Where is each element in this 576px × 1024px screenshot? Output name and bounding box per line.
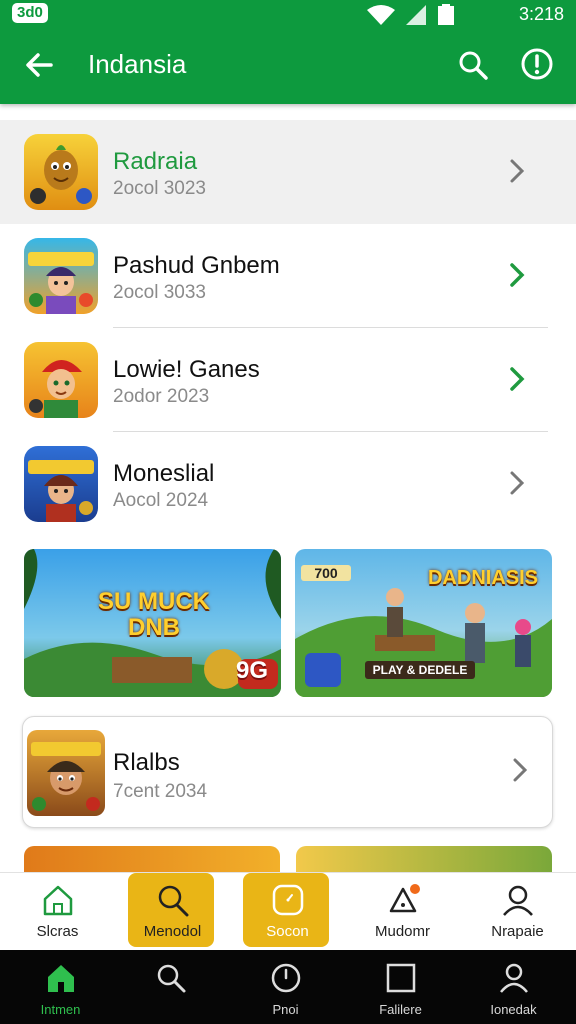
sys-nav-label: Intmen: [40, 1002, 81, 1017]
list-item[interactable]: Moneslial Aocol 2024: [0, 432, 576, 536]
status-bar: 3d0 3:218: [0, 0, 576, 28]
game-thumbnail: [27, 730, 105, 816]
back-arrow-icon: [26, 53, 53, 77]
game-list: Radraia 2ocol 3023 Pashud Gnbem 2ocol 30…: [0, 120, 576, 536]
card-subtitle: 7cent 2034: [113, 781, 208, 802]
item-subtitle: 2ocol 3023: [113, 178, 206, 199]
banner-title: SU MUCK DNB: [98, 588, 210, 641]
chevron-right-icon: [510, 263, 525, 287]
banner-corner-label: 700: [301, 565, 351, 581]
banner-subtitle: PLAY & DEDELE: [365, 661, 475, 679]
sys-nav-label: Ionedak: [490, 1002, 537, 1017]
card-title: Rlalbs: [113, 749, 180, 776]
sys-nav-pnoi[interactable]: Pnoi: [228, 950, 343, 1024]
game-thumbnail: [24, 446, 98, 522]
nav-label: Menodol: [143, 923, 202, 940]
nav-item-mudomr[interactable]: Mudomr: [345, 873, 460, 951]
sys-nav-search[interactable]: [113, 950, 228, 1024]
featured-banners: SU MUCK DNB 9G 700 DADNIASIS PLAY & DEDE…: [24, 549, 552, 697]
page-title: Indansia: [88, 49, 187, 79]
status-time: 3:218: [518, 4, 564, 24]
featured-banner[interactable]: SU MUCK DNB 9G: [24, 549, 281, 697]
chevron-right-icon: [510, 367, 525, 391]
home-outline-icon: [43, 885, 73, 916]
nav-item-nrapaie[interactable]: Nrapaie: [460, 873, 575, 951]
nav-item-socon[interactable]: Socon: [230, 873, 345, 951]
nav-item-menodol[interactable]: Menodol: [115, 873, 230, 951]
nav-label: Mudomr: [374, 923, 430, 940]
item-subtitle: Aocol 2024: [113, 490, 209, 511]
clock-icon: [271, 963, 301, 993]
item-subtitle: 2ocol 3033: [113, 282, 206, 303]
item-title: Radraia: [113, 148, 198, 175]
item-title: Pashud Gnbem: [113, 252, 280, 279]
list-item[interactable]: Pashud Gnbem 2ocol 3033: [0, 224, 576, 328]
chevron-right-icon: [510, 159, 525, 183]
sys-nav-home[interactable]: Intmen: [3, 950, 118, 1024]
featured-card[interactable]: Rlalbs 7cent 2034: [22, 716, 553, 828]
search-icon: [158, 885, 189, 917]
nav-label: Slcras: [36, 923, 79, 940]
list-item[interactable]: Lowie! Ganes 2odor 2023: [0, 328, 576, 432]
game-thumbnail: [24, 134, 98, 210]
bell-icon: [389, 884, 420, 913]
nav-label: Socon: [266, 923, 309, 940]
search-icon: [459, 51, 488, 80]
banner-badge: 9G: [235, 657, 268, 684]
chevron-right-icon: [510, 471, 525, 495]
featured-banner[interactable]: 700 DADNIASIS PLAY & DEDELE: [295, 549, 552, 697]
square-icon: [386, 963, 416, 993]
back-button[interactable]: [20, 46, 58, 84]
banner-title: DADNIASIS: [427, 567, 538, 589]
wifi-icon: [367, 5, 395, 25]
game-thumbnail: [24, 342, 98, 418]
search-icon: [157, 964, 186, 993]
signal-icon: [406, 5, 426, 25]
list-item[interactable]: Radraia 2ocol 3023: [0, 120, 576, 224]
home-icon: [48, 965, 74, 992]
game-thumbnail: [24, 238, 98, 314]
bottom-navigation: Slcras Menodol Socon Mudomr Nrapaie: [0, 872, 576, 950]
sys-nav-label: Falilere: [379, 1002, 422, 1017]
nav-item-slcras[interactable]: Slcras: [0, 873, 214, 951]
item-title: Lowie! Ganes: [113, 356, 260, 383]
profile-icon: [503, 885, 533, 916]
chevron-right-icon: [513, 758, 528, 782]
carrier-badge: 3d0: [12, 3, 48, 23]
system-navigation: Intmen Pnoi Falilere Ionedak: [0, 950, 576, 1024]
sys-nav-label: Pnoi: [272, 1002, 299, 1017]
clock-icon: [272, 884, 304, 916]
item-subtitle: 2odor 2023: [113, 386, 210, 407]
profile-icon: [500, 963, 528, 993]
sys-nav-ionedak[interactable]: Ionedak: [456, 950, 571, 1024]
alert-circle-icon: [521, 48, 553, 80]
nav-label: Nrapaie: [491, 923, 544, 940]
search-button[interactable]: [454, 46, 492, 84]
battery-icon: [438, 4, 454, 25]
item-title: Moneslial: [113, 460, 215, 487]
app-header: 3d0 3:218 Indansia: [0, 0, 576, 104]
sys-nav-falilere[interactable]: Falilere: [343, 950, 458, 1024]
info-button[interactable]: [518, 45, 556, 83]
